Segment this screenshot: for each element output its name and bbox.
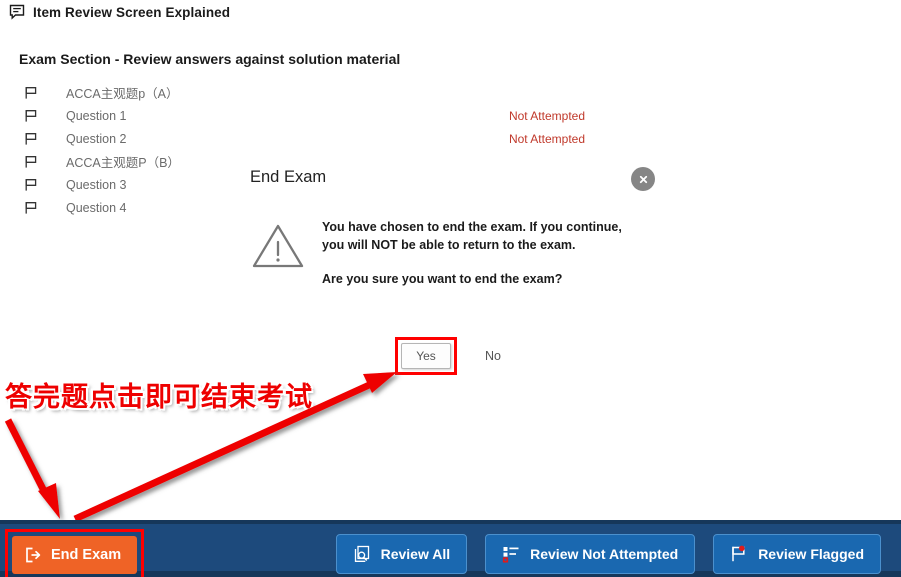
question-label: Question 2: [66, 131, 127, 146]
end-exam-highlight: End Exam: [5, 529, 145, 577]
flag-outline-icon[interactable]: [24, 201, 38, 215]
exit-arrow-icon: [24, 546, 42, 564]
page-title: Item Review Screen Explained: [33, 4, 231, 20]
dialog-titlebar: End Exam: [250, 165, 660, 199]
toolbar-review-buttons: Review All Review Not Attempted Review F…: [335, 534, 881, 574]
dialog-actions: Yes No: [395, 337, 507, 375]
flag-outline-icon[interactable]: [24, 155, 38, 169]
no-button[interactable]: No: [479, 348, 507, 364]
question-label: ACCA主观题p（A）: [66, 87, 179, 101]
question-label: Question 3: [66, 177, 127, 192]
warning-triangle-icon: [252, 223, 304, 269]
flag-outline-icon[interactable]: [24, 178, 38, 192]
annotation-text: 答完题点击即可结束考试: [5, 382, 313, 413]
table-row[interactable]: ACCA主观题p（A）: [19, 81, 585, 104]
end-exam-dialog: End Exam You have chosen to end the exam…: [250, 165, 660, 288]
exam-section-title: Exam Section - Review answers against so…: [19, 51, 401, 67]
documents-search-icon: [353, 545, 371, 563]
dialog-title: End Exam: [250, 168, 327, 186]
review-flagged-button[interactable]: Review Flagged: [713, 534, 881, 574]
question-label: Question 1: [66, 108, 127, 123]
question-label: Question 4: [66, 200, 127, 215]
close-icon[interactable]: [631, 167, 655, 191]
arrow-to-end-exam-button: [4, 418, 60, 519]
status-badge: Not Attempted: [508, 108, 585, 123]
table-row[interactable]: Question 2 Not Attempted: [19, 127, 585, 150]
review-all-label: Review All: [380, 546, 451, 562]
question-label: ACCA主观题P（B）: [66, 156, 180, 170]
item-review-screen: Item Review Screen Explained Exam Sectio…: [0, 0, 901, 577]
review-all-button[interactable]: Review All: [335, 534, 468, 574]
dialog-body: You have chosen to end the exam. If you …: [250, 219, 660, 288]
review-not-attempted-button[interactable]: Review Not Attempted: [485, 534, 696, 574]
dialog-confirm-question: Are you sure you want to end the exam?: [322, 271, 563, 286]
flag-outline-icon[interactable]: [24, 132, 38, 146]
dialog-message: You have chosen to end the exam. If you …: [322, 220, 622, 252]
review-flagged-label: Review Flagged: [758, 546, 864, 562]
bottom-toolbar: End Exam Review All Review Not Attempted…: [0, 520, 901, 577]
yes-button[interactable]: Yes: [401, 343, 451, 369]
review-not-attempted-label: Review Not Attempted: [530, 546, 679, 562]
page-header: Item Review Screen Explained: [9, 4, 230, 20]
yes-button-highlight: Yes: [395, 337, 457, 375]
list-unattempted-icon: [502, 545, 520, 563]
flag-outline-icon[interactable]: [24, 109, 38, 123]
flag-marked-icon: [730, 545, 748, 563]
comment-bubble-icon: [9, 4, 25, 20]
dialog-text: You have chosen to end the exam. If you …: [322, 219, 622, 288]
end-exam-button[interactable]: End Exam: [12, 536, 138, 574]
end-exam-label: End Exam: [51, 547, 122, 563]
status-badge: Not Attempted: [508, 131, 585, 146]
flag-outline-icon[interactable]: [24, 86, 38, 100]
table-row[interactable]: Question 1 Not Attempted: [19, 104, 585, 127]
